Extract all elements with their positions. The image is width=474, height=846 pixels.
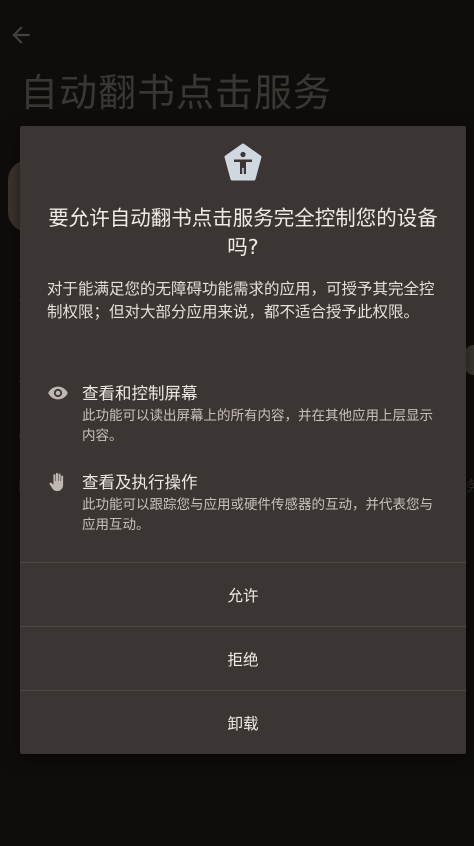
permission-description: 此功能可以读出屏幕上的所有内容，并在其他应用上层显示内容。 bbox=[82, 408, 433, 444]
accessibility-permission-dialog: 要允许自动翻书点击服务完全控制您的设备吗? 对于能满足您的无障碍功能需求的应用，… bbox=[20, 126, 466, 754]
back-arrow-icon[interactable] bbox=[8, 22, 34, 48]
dialog-description: 对于能满足您的无障碍功能需求的应用，可授予其完全控制权限；但对大部分应用来说，都… bbox=[47, 280, 435, 321]
hand-icon bbox=[49, 472, 64, 492]
page-title: 自动翻书点击服务 bbox=[20, 71, 333, 115]
background-text: 务 bbox=[466, 479, 474, 495]
permission-title: 查看及执行操作 bbox=[82, 473, 198, 492]
dialog-title: 要允许自动翻书点击服务完全控制您的设备吗? bbox=[48, 206, 438, 259]
deny-button[interactable]: 拒绝 bbox=[20, 627, 466, 690]
permission-title: 查看和控制屏幕 bbox=[82, 384, 198, 403]
allow-button[interactable]: 允许 bbox=[20, 563, 466, 626]
permission-description: 此功能可以跟踪您与应用或硬件传感器的互动，并代表您与应用互动。 bbox=[82, 497, 433, 533]
uninstall-button[interactable]: 卸载 bbox=[20, 691, 466, 754]
accessibility-icon bbox=[224, 143, 262, 181]
eye-icon bbox=[48, 386, 68, 400]
